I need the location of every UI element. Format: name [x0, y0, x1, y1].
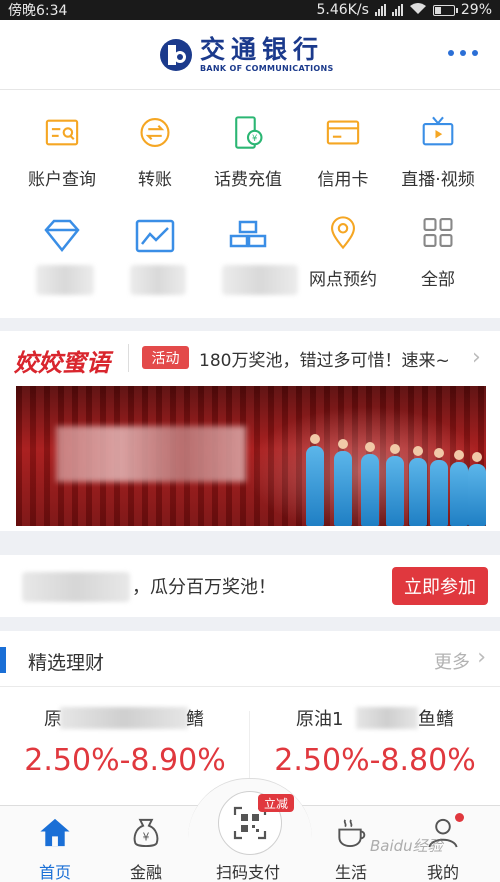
grid-item-branch-booking[interactable]: 网点预约	[293, 190, 393, 290]
grid-label: 话费充值	[214, 170, 282, 190]
nav-label: 金融	[129, 863, 162, 882]
live-video-icon	[422, 116, 454, 146]
wifi-icon	[409, 2, 427, 19]
dancer-figure	[361, 442, 379, 526]
coffee-cup-icon	[338, 819, 366, 848]
signal-2-icon	[391, 4, 403, 16]
blurred-text	[22, 572, 130, 602]
dancer-figure	[409, 446, 427, 526]
dancer-figure	[468, 452, 486, 526]
grid-item-live-video[interactable]: 直播·视频	[388, 90, 488, 190]
bank-logo: 交通银行 BANK OF COMMUNICATIONS	[158, 36, 334, 73]
transfer-icon	[140, 117, 170, 148]
status-time: 傍晚6:34	[8, 3, 68, 19]
chevron-right-icon[interactable]: ›	[472, 345, 481, 370]
network-speed: 5.46K/s	[316, 2, 369, 18]
promo-brand-logo: 姣姣蜜语	[14, 348, 110, 377]
dancer-figure	[306, 434, 324, 526]
blurred-label	[36, 265, 94, 295]
nav-label: 首页	[38, 863, 71, 882]
grid-item-credit-card[interactable]: 信用卡	[293, 90, 393, 190]
promo-banner[interactable]	[16, 386, 486, 526]
discount-badge: 立减	[258, 794, 294, 812]
nav-label: 扫码支付	[215, 863, 280, 882]
blurred-label	[130, 265, 186, 295]
grid-item-transfer[interactable]: 转账	[105, 90, 205, 190]
divider	[128, 344, 129, 372]
chevron-right-icon[interactable]: ›	[477, 645, 486, 670]
accent-bar	[0, 647, 6, 673]
gold-bars-icon	[229, 220, 267, 248]
grid-label: 账户查询	[28, 170, 96, 190]
product-rate: 2.50%-8.90%	[24, 743, 226, 778]
chart-icon	[135, 219, 175, 253]
nav-tab-home[interactable]: 首页	[5, 806, 105, 882]
grid-item-account-query[interactable]: 账户查询	[12, 90, 112, 190]
promo-section: 姣姣蜜语 活动 180万奖池，错过多可惜！速来~ ›	[0, 331, 500, 531]
section-header: 精选理财 更多 ›	[0, 631, 500, 687]
grid-label: 全部	[421, 270, 455, 290]
battery-icon	[432, 4, 458, 16]
svg-text:¥: ¥	[252, 133, 257, 143]
money-bag-icon: ¥	[133, 818, 159, 848]
nav-label: 我的	[426, 863, 459, 882]
nav-tab-finance[interactable]: ¥ 金融	[96, 806, 196, 882]
battery-percent: 29%	[460, 2, 492, 18]
notification-dot	[455, 813, 464, 822]
blurred-text	[356, 707, 418, 729]
grid-item-phone-recharge[interactable]: ¥ 话费充值	[198, 90, 298, 190]
join-text: ，瓜分百万奖池！	[132, 577, 276, 598]
product-name-suffix: 鱼鳍	[418, 709, 454, 730]
bank-name-cn: 交通银行	[200, 35, 325, 64]
dancer-figure	[430, 448, 448, 526]
credit-card-icon	[326, 120, 360, 145]
account-query-icon	[45, 119, 79, 146]
diamond-icon	[44, 219, 80, 253]
home-icon	[40, 818, 70, 847]
product-rate: 2.50%-8.80%	[274, 743, 476, 778]
function-grid: 账户查询 转账 ¥ 话费充值 信用卡 直播·视频 网点预约 全部	[0, 90, 500, 318]
nav-label: 生活	[334, 863, 367, 882]
section-title: 精选理财	[28, 652, 105, 674]
blurred-text	[60, 707, 188, 729]
blurred-banner-text	[56, 426, 246, 482]
dancer-figure	[334, 439, 352, 526]
bocom-logo-icon	[160, 38, 192, 71]
app-header: 交通银行 BANK OF COMMUNICATIONS	[0, 20, 500, 90]
dancer-figure	[450, 450, 468, 526]
blurred-label	[222, 265, 298, 295]
dancer-figure	[386, 444, 404, 526]
signal-icon	[374, 4, 386, 16]
location-pin-icon	[331, 216, 355, 250]
grid-label: 直播·视频	[401, 170, 475, 190]
grid-label: 网点预约	[309, 270, 377, 290]
grid-label: 转账	[138, 170, 172, 190]
bank-name-en: BANK OF COMMUNICATIONS	[200, 64, 334, 73]
more-dots-icon[interactable]	[448, 50, 478, 56]
join-now-button[interactable]: 立即参加	[392, 567, 488, 605]
join-banner: ，瓜分百万奖池！ 立即参加	[0, 555, 500, 617]
all-grid-icon	[423, 217, 453, 248]
promo-headline[interactable]: 180万奖池，错过多可惜！速来~	[199, 346, 450, 371]
product-name-suffix: 鳍	[186, 709, 204, 730]
status-bar: 傍晚6:34 5.46K/s 29%	[0, 0, 500, 20]
watermark: Baidu经验	[370, 837, 443, 855]
grid-item-all[interactable]: 全部	[388, 190, 488, 290]
activity-tag: 活动	[142, 346, 189, 369]
svg-text:¥: ¥	[143, 830, 150, 843]
grid-label: 信用卡	[317, 170, 369, 190]
phone-recharge-icon: ¥	[235, 116, 263, 149]
more-link[interactable]: 更多	[434, 648, 470, 674]
product-name-prefix: 原油1	[296, 709, 344, 730]
